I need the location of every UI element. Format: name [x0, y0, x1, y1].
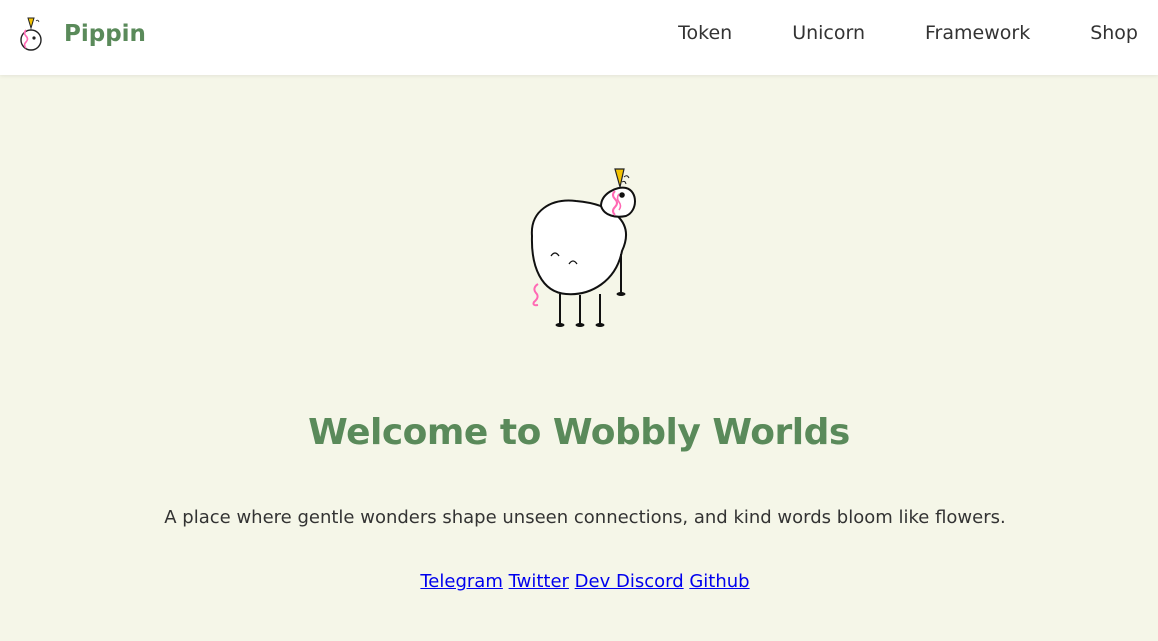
nav-link-shop[interactable]: Shop — [1090, 20, 1138, 46]
brand-home-link[interactable]: Pippin — [14, 14, 146, 54]
github-link[interactable]: Github — [689, 571, 749, 592]
pippin-unicorn-illustration — [526, 166, 642, 330]
dev-discord-link[interactable]: Dev Discord — [575, 571, 684, 592]
social-links: Telegram Twitter Dev Discord Github — [0, 571, 1158, 592]
unicorn-logo-icon — [14, 15, 46, 53]
nav-link-token[interactable]: Token — [678, 20, 732, 46]
hero-title: Welcome to Wobbly Worlds — [308, 412, 850, 453]
twitter-link[interactable]: Twitter — [509, 571, 569, 592]
nav-link-unicorn[interactable]: Unicorn — [792, 20, 865, 46]
hero-subtitle: A place where gentle wonders shape unsee… — [164, 507, 1006, 528]
nav-link-framework[interactable]: Framework — [925, 20, 1030, 46]
top-navbar: Pippin Token Unicorn Framework Shop — [0, 0, 1158, 75]
brand-name: Pippin — [64, 21, 146, 47]
telegram-link[interactable]: Telegram — [420, 571, 502, 592]
main-nav: Token Unicorn Framework Shop — [618, 20, 1138, 46]
